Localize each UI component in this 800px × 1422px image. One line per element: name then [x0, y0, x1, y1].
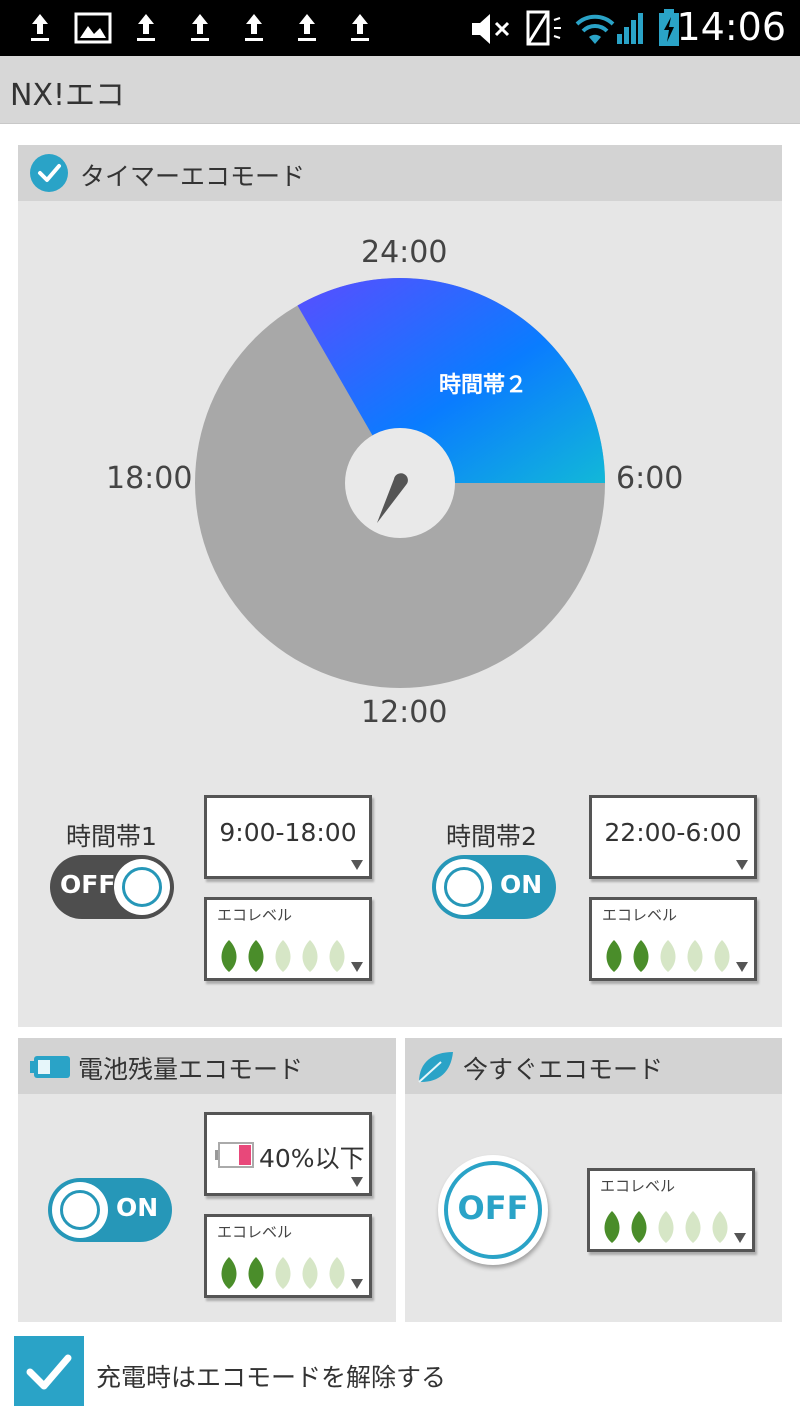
- low-battery-icon: [215, 1142, 254, 1168]
- mute-icon: [472, 14, 510, 44]
- eco-leaf-icon: [221, 940, 237, 972]
- timer-enabled-check-icon[interactable]: [30, 154, 68, 192]
- battery-eco-mode-panel: 電池残量エコモード ON 40%以下 エコレベル: [18, 1038, 396, 1322]
- dropdown-arrow-icon: [351, 860, 363, 870]
- leaf-icon: [418, 1052, 453, 1083]
- battery-eco-mode-header: 電池残量エコモード: [18, 1038, 396, 1094]
- wifi-icon: [575, 14, 615, 44]
- eco-leaf-icon: [714, 940, 730, 972]
- image-icon: [74, 12, 112, 44]
- toggle-knob: [114, 859, 170, 915]
- dropdown-arrow-icon: [736, 962, 748, 972]
- upload-icon: [137, 14, 155, 41]
- time-band-1-eco-level-select[interactable]: エコレベル: [204, 897, 372, 981]
- eco-leaf-icon: [606, 940, 622, 972]
- eco-level-label: エコレベル: [602, 906, 678, 924]
- time-band-1-range: 9:00-18:00: [219, 818, 357, 847]
- dropdown-arrow-icon: [351, 962, 363, 972]
- upload-icon: [245, 14, 263, 41]
- battery-eco-level-select[interactable]: エコレベル: [204, 1214, 372, 1298]
- clock-label-bottom: 12:00: [361, 695, 448, 730]
- timer-eco-mode-panel: タイマーエコモード 24:00 6:00 12:00 18:00 時間帯２ 時間…: [18, 145, 782, 1027]
- now-eco-button-label: OFF: [457, 1189, 529, 1227]
- app-title: NX!エコ: [10, 78, 126, 113]
- eco-leaf-icon: [658, 1211, 674, 1243]
- clock-label-top: 24:00: [361, 235, 448, 270]
- eco-level-leaves: [221, 940, 345, 972]
- eco-leaf-icon: [631, 1211, 647, 1243]
- eco-leaf-icon: [248, 1257, 264, 1289]
- battery-eco-toggle-label: ON: [116, 1193, 159, 1222]
- time-band-1-toggle-label: OFF: [60, 870, 116, 899]
- clock-label-right: 6:00: [616, 461, 684, 496]
- eco-leaf-icon: [604, 1211, 620, 1243]
- battery-threshold-value: 40%以下: [259, 1144, 365, 1173]
- battery-eco-toggle[interactable]: ON: [48, 1178, 172, 1242]
- upload-icon: [298, 14, 316, 41]
- eco-leaf-icon: [221, 1257, 237, 1289]
- eco-level-label: エコレベル: [600, 1177, 676, 1195]
- time-band-2-range: 22:00-6:00: [604, 818, 742, 847]
- eco-leaf-icon: [302, 940, 318, 972]
- time-band-1-label: 時間帯1: [66, 822, 157, 851]
- time-band-2-range-select[interactable]: 22:00-6:00: [589, 795, 757, 879]
- time-band-2-eco-level-select[interactable]: エコレベル: [589, 897, 757, 981]
- eco-level-leaves: [606, 940, 730, 972]
- release-on-charge-label: 充電時はエコモードを解除する: [96, 1363, 447, 1392]
- eco-leaf-icon: [275, 940, 291, 972]
- eco-leaf-icon: [248, 940, 264, 972]
- clock-label-left: 18:00: [106, 461, 193, 496]
- time-band-2-toggle[interactable]: ON: [432, 855, 556, 919]
- toggle-knob: [52, 1182, 108, 1238]
- upload-icon: [351, 14, 369, 41]
- release-on-charge-checkbox[interactable]: [14, 1336, 84, 1406]
- battery-eco-mode-title: 電池残量エコモード: [78, 1055, 304, 1084]
- signal-icon: [617, 13, 643, 44]
- time-band-2-label: 時間帯2: [446, 822, 537, 851]
- time-band-1-range-select[interactable]: 9:00-18:00: [204, 795, 372, 879]
- time-band-1-toggle[interactable]: OFF: [50, 855, 174, 919]
- dropdown-arrow-icon: [351, 1177, 363, 1187]
- now-eco-off-button[interactable]: OFF: [438, 1155, 548, 1265]
- battery-icon: [30, 1056, 70, 1078]
- eco-leaf-icon: [660, 940, 676, 972]
- checkmark-icon: [26, 1354, 72, 1390]
- status-time: 14:06: [676, 5, 786, 49]
- status-bar: 14:06: [0, 0, 800, 56]
- no-sim-icon: [526, 10, 561, 46]
- now-eco-level-select[interactable]: エコレベル: [587, 1168, 755, 1252]
- eco-leaf-icon: [685, 1211, 701, 1243]
- eco-level-label: エコレベル: [217, 906, 293, 924]
- eco-leaf-icon: [275, 1257, 291, 1289]
- now-eco-mode-header: 今すぐエコモード: [405, 1038, 782, 1094]
- upload-icon: [191, 14, 209, 41]
- eco-leaf-icon: [712, 1211, 728, 1243]
- dropdown-arrow-icon: [734, 1233, 746, 1243]
- battery-threshold-select[interactable]: 40%以下: [204, 1112, 372, 1196]
- timer-clock-dial[interactable]: 時間帯２: [195, 277, 607, 689]
- eco-level-leaves: [221, 1257, 345, 1289]
- eco-level-label: エコレベル: [217, 1223, 293, 1241]
- upload-icon: [31, 14, 49, 41]
- eco-leaf-icon: [687, 940, 703, 972]
- action-bar: NX!エコ: [0, 56, 800, 124]
- dropdown-arrow-icon: [736, 860, 748, 870]
- timer-eco-mode-header[interactable]: タイマーエコモード: [18, 145, 782, 201]
- now-eco-mode-title: 今すぐエコモード: [463, 1055, 664, 1084]
- eco-level-leaves: [604, 1211, 728, 1243]
- time-band-2-slice-label: 時間帯２: [439, 372, 527, 398]
- eco-leaf-icon: [302, 1257, 318, 1289]
- now-eco-mode-panel: 今すぐエコモード OFF エコレベル: [405, 1038, 782, 1322]
- eco-leaf-icon: [329, 940, 345, 972]
- timer-eco-mode-title: タイマーエコモード: [80, 162, 306, 191]
- eco-leaf-icon: [633, 940, 649, 972]
- time-band-2-toggle-label: ON: [500, 870, 543, 899]
- toggle-knob: [436, 859, 492, 915]
- dropdown-arrow-icon: [351, 1279, 363, 1289]
- eco-leaf-icon: [329, 1257, 345, 1289]
